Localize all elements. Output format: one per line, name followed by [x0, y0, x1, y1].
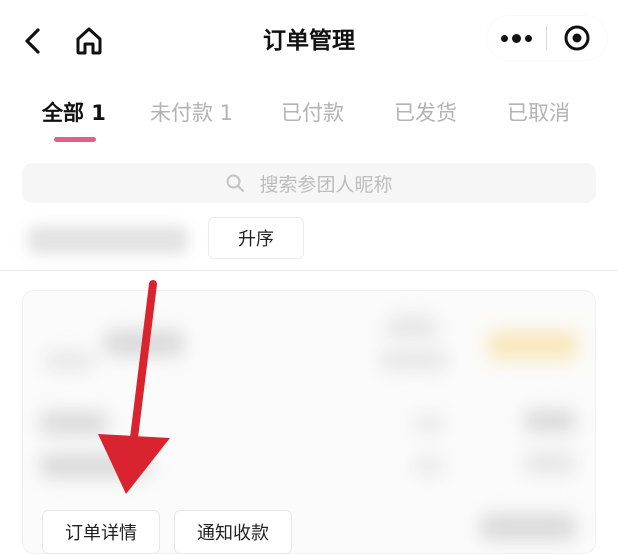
blurred-status	[386, 316, 438, 338]
blurred-amount	[480, 514, 576, 540]
search-input[interactable]: 搜索参团人昵称	[22, 163, 596, 203]
blurred-nickname	[104, 330, 184, 356]
tab-all[interactable]: 全部 1	[42, 96, 106, 130]
close-mini-program-button[interactable]	[549, 16, 605, 60]
chevron-left-icon	[25, 28, 40, 54]
blurred-field-mid	[414, 416, 444, 432]
search-placeholder: 搜索参团人昵称	[259, 173, 393, 196]
blurred-field-label	[40, 412, 108, 434]
more-dots-icon	[499, 33, 534, 43]
home-icon	[76, 27, 102, 55]
sort-field-blurred[interactable]	[28, 226, 188, 254]
blurred-field-value-2	[524, 452, 576, 474]
search-icon	[226, 174, 245, 192]
home-button[interactable]	[70, 22, 108, 60]
notify-payment-button[interactable]: 通知收款	[174, 510, 292, 554]
tab-paid[interactable]: 已付款	[281, 96, 344, 130]
capsule-divider	[546, 26, 547, 50]
tab-unpaid[interactable]: 未付款 1	[150, 96, 233, 130]
blurred-product-image	[488, 330, 578, 360]
blurred-field-label-2	[40, 454, 150, 478]
order-detail-button[interactable]: 订单详情	[42, 510, 160, 554]
tab-shipped[interactable]: 已发货	[394, 96, 457, 130]
blurred-avatar	[44, 352, 94, 370]
blurred-status-sub	[380, 350, 448, 370]
divider	[0, 270, 618, 271]
back-button[interactable]	[16, 22, 50, 60]
blurred-field-value	[524, 410, 576, 432]
sort-ascending-button[interactable]: 升序	[208, 217, 304, 259]
active-tab-indicator	[54, 137, 96, 142]
target-circle-icon	[564, 25, 590, 51]
blurred-field-mid-2	[414, 458, 444, 474]
more-button[interactable]	[487, 16, 545, 60]
tab-cancelled[interactable]: 已取消	[507, 96, 570, 130]
